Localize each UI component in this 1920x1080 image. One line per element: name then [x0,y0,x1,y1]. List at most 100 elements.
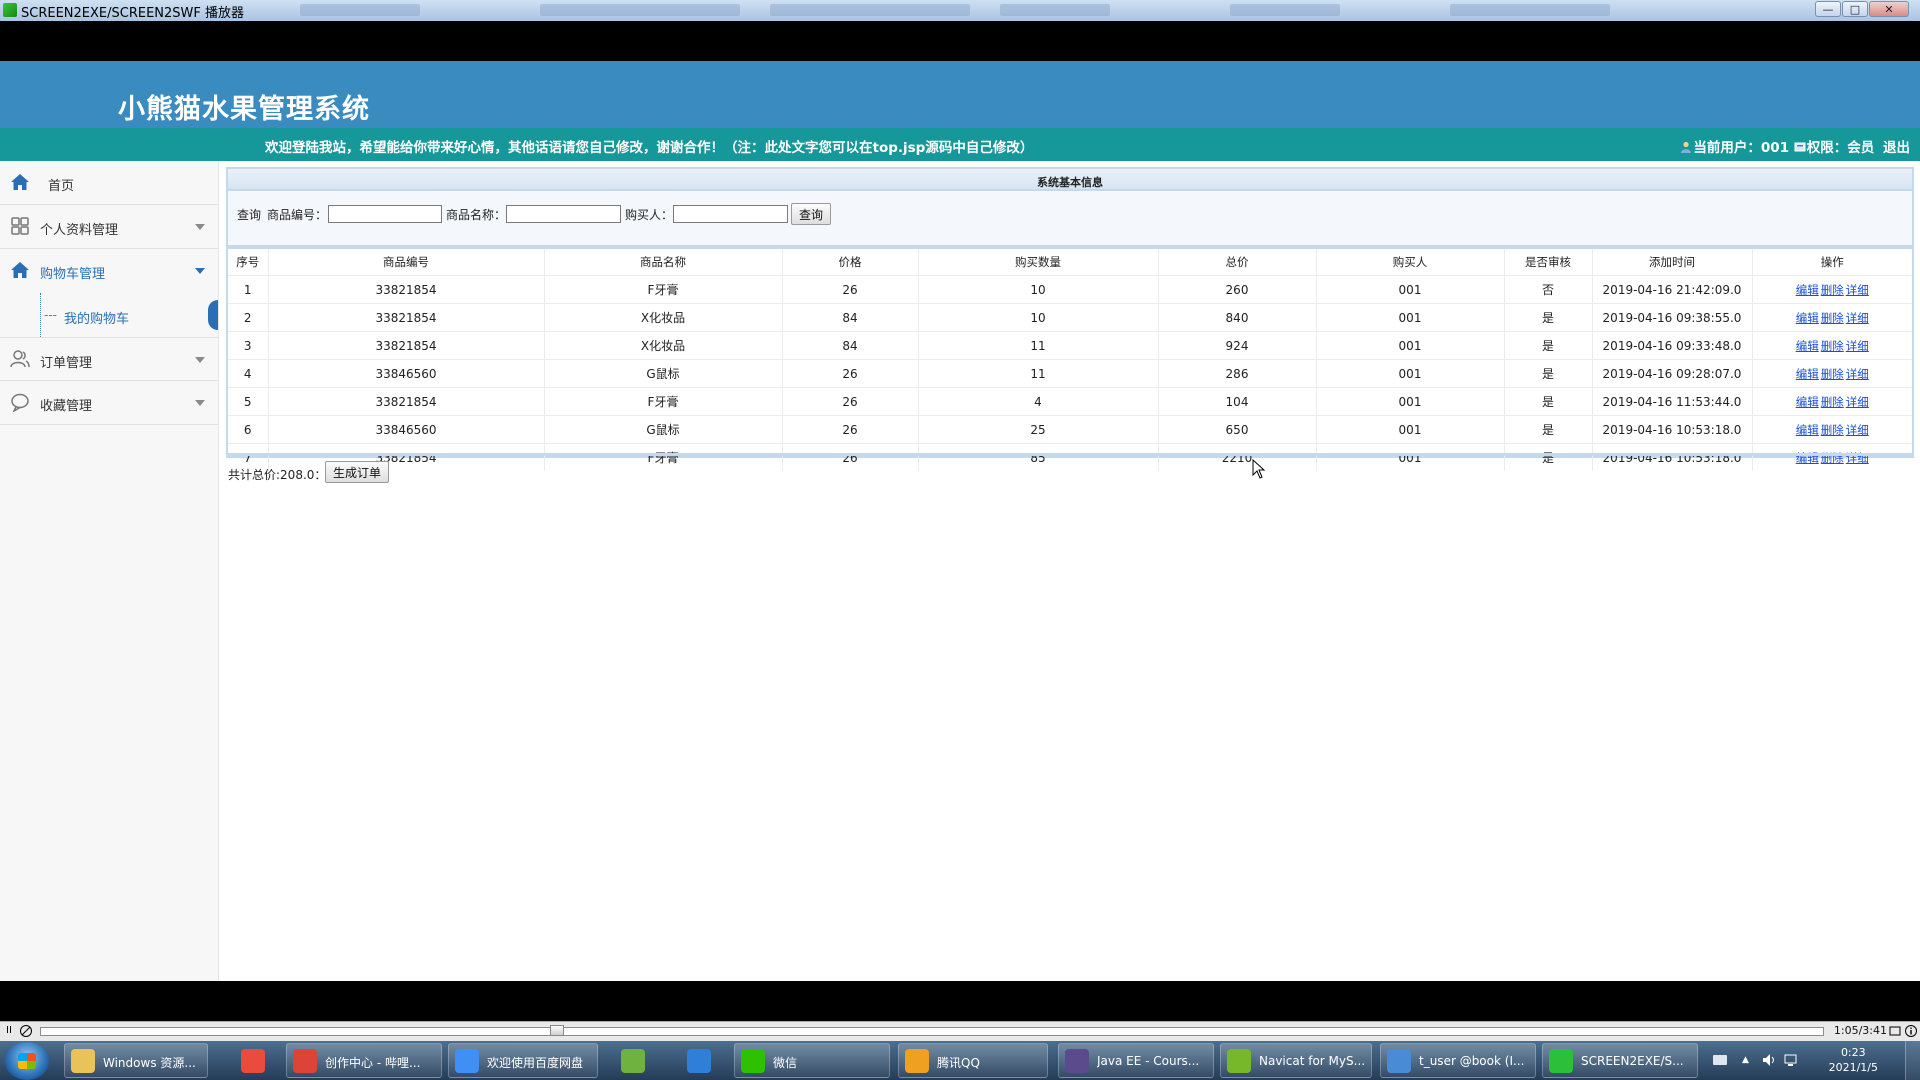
clock[interactable]: 0:23 2021/1/5 [1829,1045,1878,1075]
quantity-cell: 10 [917,303,1158,332]
taskbar-item[interactable]: 微信 [734,1043,890,1078]
files-icon [687,1049,711,1073]
taskbar-item[interactable]: Navicat for MyS... [1220,1043,1372,1078]
product-name-input[interactable] [506,205,621,223]
sidebar-item-orders[interactable]: 订单管理 [0,337,218,381]
delete-link[interactable]: 删除 [1821,311,1844,325]
generate-order-button[interactable]: 生成订单 [325,461,390,483]
reviewed-cell: 是 [1503,303,1592,332]
keyboard-icon[interactable] [1712,1054,1728,1066]
seek-track[interactable] [40,1027,1824,1036]
cart-panel: 系统基本信息 查询 商品编号： 商品名称： 购买人： 查询 序号 商品编号 商品… [226,167,1914,471]
windows-logo-icon [18,1053,36,1069]
total-cell: 104 [1157,387,1316,416]
edit-link[interactable]: 编辑 [1796,283,1819,297]
product-code-input[interactable] [328,205,442,223]
search-bar: 查询 商品编号： 商品名称： 购买人： 查询 [228,191,1912,249]
reviewed-cell: 是 [1503,387,1592,416]
taskbar-item[interactable]: SCREEN2EXE/S... [1542,1043,1698,1078]
detail-link[interactable]: 详细 [1846,339,1869,353]
start-button[interactable] [5,1042,49,1080]
delete-link[interactable]: 删除 [1821,339,1844,353]
taskbar-item[interactable] [226,1043,278,1078]
home-icon [11,262,29,278]
buyer-cell: 001 [1315,415,1504,444]
taskbar-item[interactable] [606,1043,658,1078]
close-button[interactable]: ✕ [1869,1,1909,17]
reviewed-cell: 否 [1503,275,1592,304]
buyer-label: 购买人： [625,208,674,222]
table-row: 1 33821854 F牙膏 26 10 260 001 否 2019-04-16 21:42:… [228,275,1912,304]
taskbar: Windows 资源... 创作中心 - 哔哩... 欢迎使用百度网盘 微信 腾讯QQ J… [0,1041,1920,1080]
edit-link[interactable]: 编辑 [1796,367,1819,381]
buyer-input[interactable] [673,205,788,223]
detail-link[interactable]: 详细 [1846,283,1869,297]
column-header: 价格 [781,249,918,276]
maximize-button[interactable]: □ [1842,1,1868,17]
detail-link[interactable]: 详细 [1846,311,1869,325]
chevron-down-icon [195,400,205,406]
detail-link[interactable]: 详细 [1846,395,1869,409]
background-tab-ghost [770,4,970,16]
taskbar-item-label: 欢迎使用百度网盘 [487,1056,584,1070]
delete-link[interactable]: 删除 [1821,367,1844,381]
product-name-cell: F牙膏 [543,387,782,416]
eclipse-icon [1065,1049,1089,1073]
active-indicator [208,300,218,330]
taskbar-item[interactable]: 创作中心 - 哔哩... [286,1043,442,1078]
seek-thumb[interactable] [549,1025,564,1036]
row-index-cell: 6 [228,415,268,444]
show-desktop-button[interactable] [1905,1041,1920,1080]
detail-link[interactable]: 详细 [1846,423,1869,437]
edit-link[interactable]: 编辑 [1796,339,1819,353]
pause-button[interactable]: II [2,1024,16,1038]
sidebar-item-home[interactable]: 首页 [0,161,218,205]
table-row: 6 33846560 G鼠标 26 25 650 001 是 2019-04-16 10:53:… [228,415,1912,444]
sidebar-item-label: 个人资料管理 [40,223,119,238]
edit-link[interactable]: 编辑 [1796,423,1819,437]
quantity-cell: 11 [917,359,1158,388]
taskbar-item[interactable]: Windows 资源... [64,1043,208,1078]
logout-link[interactable]: 退出 [1883,140,1910,156]
price-cell: 84 [781,331,918,360]
column-header: 序号 [228,249,268,276]
search-button[interactable]: 查询 [791,203,832,225]
minimize-button[interactable]: — [1815,1,1841,17]
edit-link[interactable]: 编辑 [1796,395,1819,409]
tray-expand-icon[interactable]: ▲ [1742,1055,1749,1065]
column-header: 商品编号 [267,249,544,276]
delete-link[interactable]: 删除 [1821,395,1844,409]
info-icon[interactable] [1904,1024,1918,1038]
edit-link[interactable]: 编辑 [1796,311,1819,325]
sidebar-item-cart[interactable]: 购物车管理 [0,249,218,293]
fullscreen-icon[interactable] [1888,1024,1902,1038]
speaker-icon[interactable] [1762,1053,1778,1067]
column-header: 总价 [1157,249,1316,276]
total-cell: 286 [1157,359,1316,388]
column-header: 购买人 [1315,249,1504,276]
detail-link[interactable]: 详细 [1846,367,1869,381]
added-time-cell: 2019-04-16 09:28:07.0 [1591,359,1752,388]
taskbar-item[interactable]: 欢迎使用百度网盘 [448,1043,598,1078]
background-tab-ghost [300,4,420,16]
actions-cell: 编辑 删除 详细 [1751,303,1912,332]
background-tab-ghost [1450,4,1610,16]
sidebar-item-favorites[interactable]: 收藏管理 [0,381,218,425]
sidebar-subitem-my-cart[interactable]: --- 我的购物车 [0,293,218,337]
actions-cell: 编辑 删除 详细 [1751,415,1912,444]
welcome-bar: 欢迎登陆我站，希望能给你带来好心情，其他话语请您自己修改，谢谢合作！（注：此处文… [0,128,1920,161]
taskbar-item[interactable] [672,1043,724,1078]
taskbar-item[interactable]: t_user @book (I... [1380,1043,1536,1078]
sidebar-item-profile[interactable]: 个人资料管理 [0,205,218,249]
delete-link[interactable]: 删除 [1821,423,1844,437]
taskbar-item[interactable]: Java EE - Cours... [1058,1043,1214,1078]
taskbar-item[interactable]: 腾讯QQ [898,1043,1048,1078]
delete-link[interactable]: 删除 [1821,283,1844,297]
network-icon[interactable] [1784,1053,1800,1067]
table-row: 3 33821854 X化妆品 84 11 924 001 是 2019-04-16 09:33… [228,331,1912,360]
product-code-cell: 33821854 [267,331,544,360]
quantity-cell: 4 [917,387,1158,416]
product-name-cell: G鼠标 [543,415,782,444]
stop-icon[interactable] [19,1024,33,1038]
sidebar-item-label: 购物车管理 [40,267,106,282]
